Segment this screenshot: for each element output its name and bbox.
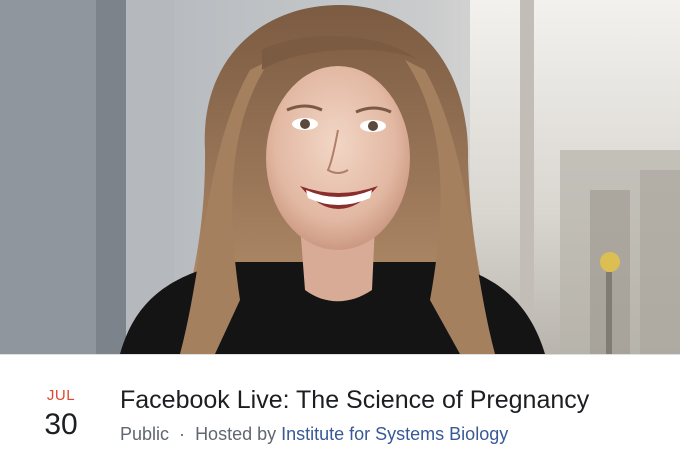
event-cover-photo[interactable] — [0, 0, 680, 355]
event-title[interactable]: Facebook Live: The Science of Pregnancy — [120, 385, 589, 415]
event-meta: Public · Hosted by Institute for Systems… — [120, 423, 508, 445]
event-host-link[interactable]: Institute for Systems Biology — [281, 424, 508, 444]
cover-photo-image — [0, 0, 680, 354]
event-privacy: Public — [120, 424, 170, 444]
event-card: JUL 30 Facebook Live: The Science of Pre… — [0, 0, 680, 456]
event-info-bar: JUL 30 Facebook Live: The Science of Pre… — [0, 355, 680, 456]
event-date-badge: JUL 30 — [32, 387, 90, 443]
hosted-by-label: Hosted by — [195, 424, 277, 444]
event-date-day: 30 — [44, 408, 78, 441]
event-date-month: JUL — [46, 387, 76, 404]
meta-separator: · — [179, 424, 186, 444]
